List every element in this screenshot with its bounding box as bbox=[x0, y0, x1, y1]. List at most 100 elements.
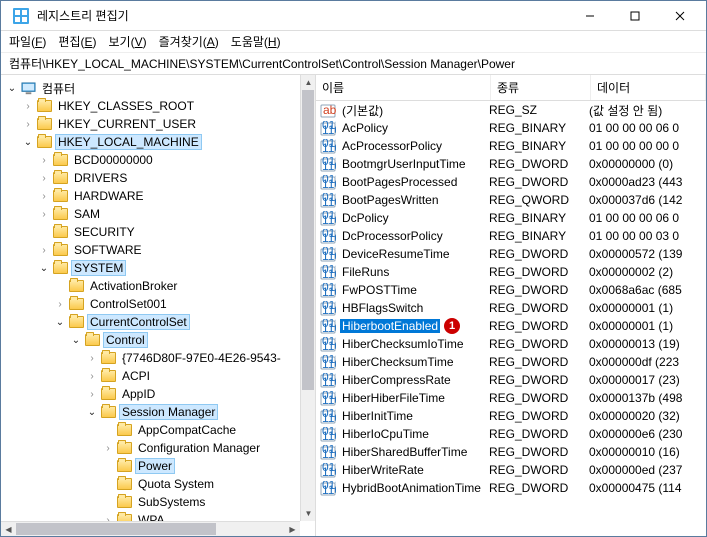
list-row[interactable]: ab(기본값)REG_SZ(값 설정 안 됨) bbox=[316, 101, 706, 119]
chevron-right-icon[interactable]: › bbox=[37, 207, 51, 221]
chevron-right-icon[interactable]: › bbox=[21, 117, 35, 131]
value-data: 0x000000df (223 bbox=[589, 355, 706, 369]
chevron-right-icon[interactable]: › bbox=[37, 243, 51, 257]
list-row[interactable]: 011110HiberCompressRateREG_DWORD0x000000… bbox=[316, 371, 706, 389]
scroll-left-icon[interactable]: ◀ bbox=[1, 522, 16, 536]
list-row[interactable]: 011110HiberIoCpuTimeREG_DWORD0x000000e6 … bbox=[316, 425, 706, 443]
chevron-down-icon[interactable]: ⌄ bbox=[69, 333, 83, 347]
tree-item-acpi[interactable]: ›ACPI bbox=[1, 367, 315, 385]
tree-item-activationbroker[interactable]: ActivationBroker bbox=[1, 277, 315, 295]
tree-item-security[interactable]: SECURITY bbox=[1, 223, 315, 241]
list-row[interactable]: 011110AcPolicyREG_BINARY01 00 00 00 06 0 bbox=[316, 119, 706, 137]
tree-item-control[interactable]: ⌄Control bbox=[1, 331, 315, 349]
list-row[interactable]: 011110HiberInitTimeREG_DWORD0x00000020 (… bbox=[316, 407, 706, 425]
chevron-right-icon[interactable]: › bbox=[37, 171, 51, 185]
chevron-right-icon[interactable]: › bbox=[101, 441, 115, 455]
menu-view[interactable]: 보기(V) bbox=[109, 33, 147, 50]
list-row[interactable]: 011110DcProcessorPolicyREG_BINARY01 00 0… bbox=[316, 227, 706, 245]
chevron-right-icon[interactable]: › bbox=[85, 369, 99, 383]
list-row[interactable]: 011110AcProcessorPolicyREG_BINARY01 00 0… bbox=[316, 137, 706, 155]
close-button[interactable] bbox=[657, 2, 702, 30]
chevron-right-icon[interactable]: › bbox=[37, 189, 51, 203]
chevron-right-icon[interactable]: › bbox=[21, 99, 35, 113]
folder-icon bbox=[117, 442, 132, 454]
tree-item-guid[interactable]: ›{7746D80F-97E0-4E26-9543- bbox=[1, 349, 315, 367]
scroll-thumb[interactable] bbox=[16, 523, 216, 535]
col-header-data[interactable]: 데이터 bbox=[591, 75, 706, 100]
folder-icon bbox=[53, 262, 68, 274]
list-row[interactable]: 011110BootmgrUserInputTimeREG_DWORD0x000… bbox=[316, 155, 706, 173]
tree-scrollbar-horizontal[interactable]: ◀ ▶ bbox=[1, 521, 300, 536]
folder-icon bbox=[101, 370, 116, 382]
tree-item-software[interactable]: ›SOFTWARE bbox=[1, 241, 315, 259]
tree-item-power[interactable]: Power bbox=[1, 457, 315, 475]
tree-item-configurationmanager[interactable]: ›Configuration Manager bbox=[1, 439, 315, 457]
list-row[interactable]: 011110HybridBootAnimationTimeREG_DWORD0x… bbox=[316, 479, 706, 497]
list-pane[interactable]: 이름 종류 데이터 ab(기본값)REG_SZ(값 설정 안 됨)011110A… bbox=[316, 75, 706, 536]
list-row[interactable]: 011110BootPagesWrittenREG_QWORD0x000037d… bbox=[316, 191, 706, 209]
col-header-type[interactable]: 종류 bbox=[491, 75, 591, 100]
menu-help[interactable]: 도움말(H) bbox=[231, 33, 281, 50]
folder-icon bbox=[69, 298, 84, 310]
svg-text:110: 110 bbox=[322, 231, 336, 244]
tree-item-quotasystem[interactable]: Quota System bbox=[1, 475, 315, 493]
address-bar[interactable]: 컴퓨터\HKEY_LOCAL_MACHINE\SYSTEM\CurrentCon… bbox=[1, 53, 706, 75]
tree-item-system[interactable]: ⌄ SYSTEM bbox=[1, 259, 315, 277]
tree-item-hklm[interactable]: ⌄HKEY_LOCAL_MACHINE bbox=[1, 133, 315, 151]
scroll-right-icon[interactable]: ▶ bbox=[285, 522, 300, 536]
list-row[interactable]: 011110HiberSharedBufferTimeREG_DWORD0x00… bbox=[316, 443, 706, 461]
menu-favorites[interactable]: 즐겨찾기(A) bbox=[159, 33, 219, 50]
value-name: HiberHiberFileTime bbox=[340, 391, 447, 405]
chevron-right-icon[interactable]: › bbox=[37, 153, 51, 167]
list-row[interactable]: 011110FwPOSTTimeREG_DWORD0x0068a6ac (685 bbox=[316, 281, 706, 299]
chevron-down-icon[interactable]: ⌄ bbox=[53, 315, 67, 329]
list-row[interactable]: 011110HiberWriteRateREG_DWORD0x000000ed … bbox=[316, 461, 706, 479]
value-type: REG_DWORD bbox=[489, 175, 589, 189]
list-row[interactable]: 011110HBFlagsSwitchREG_DWORD0x00000001 (… bbox=[316, 299, 706, 317]
list-row[interactable]: 011110FileRunsREG_DWORD0x00000002 (2) bbox=[316, 263, 706, 281]
list-row[interactable]: 011110BootPagesProcessedREG_DWORD0x0000a… bbox=[316, 173, 706, 191]
value-type: REG_DWORD bbox=[489, 391, 589, 405]
scroll-up-icon[interactable]: ▲ bbox=[301, 75, 316, 90]
folder-icon bbox=[37, 136, 52, 148]
chevron-down-icon[interactable]: ⌄ bbox=[37, 261, 51, 275]
arrow-spacer bbox=[37, 225, 51, 239]
tree-label: SYSTEM bbox=[72, 261, 125, 275]
tree-item-appid[interactable]: ›AppID bbox=[1, 385, 315, 403]
chevron-right-icon[interactable]: › bbox=[53, 297, 67, 311]
scroll-down-icon[interactable]: ▼ bbox=[301, 506, 316, 521]
tree-item-hardware[interactable]: ›HARDWARE bbox=[1, 187, 315, 205]
list-row[interactable]: 011110DeviceResumeTimeREG_DWORD0x0000057… bbox=[316, 245, 706, 263]
tree-item-currentcontrolset[interactable]: ⌄CurrentControlSet bbox=[1, 313, 315, 331]
tree-item-controlset001[interactable]: ›ControlSet001 bbox=[1, 295, 315, 313]
list-row[interactable]: 011110HiberHiberFileTimeREG_DWORD0x00001… bbox=[316, 389, 706, 407]
tree-item-sam[interactable]: ›SAM bbox=[1, 205, 315, 223]
chevron-right-icon[interactable]: › bbox=[85, 351, 99, 365]
value-type: REG_DWORD bbox=[489, 319, 589, 333]
tree-item-sessionmanager[interactable]: ⌄Session Manager bbox=[1, 403, 315, 421]
menu-edit[interactable]: 편집(E) bbox=[58, 33, 96, 50]
list-row[interactable]: 011110HiberChecksumTimeREG_DWORD0x000000… bbox=[316, 353, 706, 371]
list-row[interactable]: 011110DcPolicyREG_BINARY01 00 00 00 06 0 bbox=[316, 209, 706, 227]
tree-item-appcompatcache[interactable]: AppCompatCache bbox=[1, 421, 315, 439]
tree-item-bcd[interactable]: ›BCD00000000 bbox=[1, 151, 315, 169]
tree-item-subsystems[interactable]: SubSystems bbox=[1, 493, 315, 511]
tree-item-hkcu[interactable]: ›HKEY_CURRENT_USER bbox=[1, 115, 315, 133]
minimize-button[interactable] bbox=[567, 2, 612, 30]
tree-item-drivers[interactable]: ›DRIVERS bbox=[1, 169, 315, 187]
col-header-name[interactable]: 이름 bbox=[316, 75, 491, 100]
chevron-down-icon[interactable]: ⌄ bbox=[85, 405, 99, 419]
tree-scrollbar-vertical[interactable]: ▲ ▼ bbox=[300, 75, 315, 521]
tree-pane[interactable]: ⌄컴퓨터›HKEY_CLASSES_ROOT›HKEY_CURRENT_USER… bbox=[1, 75, 316, 536]
tree-item-hkcr[interactable]: ›HKEY_CLASSES_ROOT bbox=[1, 97, 315, 115]
svg-text:110: 110 bbox=[322, 411, 336, 424]
chevron-down-icon[interactable]: ⌄ bbox=[21, 135, 35, 149]
list-row[interactable]: 011110HiberChecksumIoTimeREG_DWORD0x0000… bbox=[316, 335, 706, 353]
tree-item-root[interactable]: ⌄컴퓨터 bbox=[1, 79, 315, 97]
chevron-down-icon[interactable]: ⌄ bbox=[5, 81, 19, 95]
list-row[interactable]: 011110HiberbootEnabled1REG_DWORD0x000000… bbox=[316, 317, 706, 335]
chevron-right-icon[interactable]: › bbox=[85, 387, 99, 401]
maximize-button[interactable] bbox=[612, 2, 657, 30]
menu-file[interactable]: 파일(F) bbox=[9, 33, 46, 50]
scroll-thumb[interactable] bbox=[302, 90, 314, 390]
